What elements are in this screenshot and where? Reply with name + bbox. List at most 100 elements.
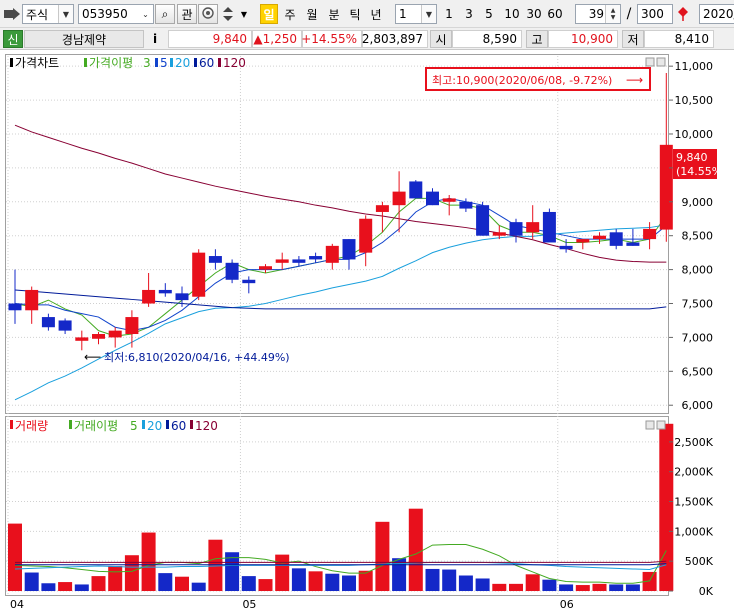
candle-body[interactable] bbox=[142, 289, 156, 304]
candle-body[interactable] bbox=[593, 235, 606, 240]
volume-bar[interactable] bbox=[375, 521, 390, 592]
volume-bar[interactable] bbox=[559, 584, 574, 592]
volume-bar[interactable] bbox=[191, 582, 206, 592]
volume-bar[interactable] bbox=[525, 574, 540, 592]
pane-minimize-icon[interactable] bbox=[645, 57, 655, 67]
candle-body[interactable] bbox=[208, 256, 222, 263]
volume-bar[interactable] bbox=[492, 583, 507, 592]
candle-body[interactable] bbox=[576, 239, 590, 243]
volume-bar[interactable] bbox=[141, 532, 156, 592]
volume-legend-title: 거래량 bbox=[15, 419, 48, 433]
candle-body[interactable] bbox=[542, 211, 556, 243]
volume-bar[interactable] bbox=[291, 568, 306, 592]
volume-bar[interactable] bbox=[592, 583, 607, 592]
candle-body[interactable] bbox=[643, 228, 657, 240]
volume-bar[interactable] bbox=[108, 565, 123, 592]
candle-body[interactable] bbox=[509, 222, 523, 236]
volume-bar[interactable] bbox=[308, 571, 323, 592]
volume-bar[interactable] bbox=[8, 523, 22, 592]
legend-marker bbox=[166, 420, 169, 429]
volume-bar[interactable] bbox=[124, 555, 139, 592]
pane-close-icon[interactable] bbox=[656, 420, 666, 430]
volume-legend: 거래량 거래이평 5 20 60 120 bbox=[10, 419, 218, 433]
price-ma-line-60 bbox=[14, 289, 667, 310]
volume-bar[interactable] bbox=[91, 576, 106, 592]
volume-bar[interactable] bbox=[241, 576, 256, 592]
candle-body[interactable] bbox=[476, 205, 490, 236]
candle-body[interactable] bbox=[409, 181, 423, 199]
candle-body[interactable] bbox=[75, 337, 89, 341]
candle-body[interactable] bbox=[659, 144, 673, 230]
candle-body[interactable] bbox=[426, 191, 439, 206]
pane-close-icon[interactable] bbox=[656, 57, 666, 67]
volume-ma-label: 거래이평 bbox=[74, 419, 118, 433]
volume-bar[interactable] bbox=[509, 583, 523, 592]
candle-body[interactable] bbox=[459, 201, 473, 209]
volume-ma-period-20: 20 bbox=[147, 419, 162, 433]
candle-body[interactable] bbox=[25, 289, 39, 311]
volume-bar[interactable] bbox=[158, 573, 173, 592]
volume-bar[interactable] bbox=[325, 573, 340, 592]
candle-body[interactable] bbox=[58, 320, 72, 331]
legend-marker bbox=[84, 58, 87, 67]
price-ma-label: 가격이평 bbox=[89, 56, 133, 70]
volume-bar[interactable] bbox=[475, 578, 490, 592]
volume-bar-layer bbox=[8, 423, 674, 592]
volume-bar[interactable] bbox=[425, 568, 440, 592]
volume-bar[interactable] bbox=[175, 576, 189, 592]
candle-body[interactable] bbox=[292, 259, 306, 263]
pane-minimize-icon[interactable] bbox=[645, 420, 655, 430]
candle-body[interactable] bbox=[175, 293, 189, 301]
volume-bar[interactable] bbox=[575, 585, 590, 592]
candle-body[interactable] bbox=[442, 198, 456, 202]
candle-body[interactable] bbox=[158, 289, 172, 294]
candle-body[interactable] bbox=[259, 266, 272, 270]
volume-bar[interactable] bbox=[24, 572, 39, 592]
volume-bar[interactable] bbox=[542, 579, 557, 592]
volume-tick-label: 1,000K bbox=[674, 525, 713, 538]
volume-bar[interactable] bbox=[458, 575, 473, 592]
volume-ma-line-120 bbox=[15, 560, 667, 563]
price-legend-title: 가격차트 bbox=[15, 56, 59, 70]
volume-bar[interactable] bbox=[258, 579, 273, 592]
volume-tick-label: 1,500K bbox=[674, 496, 713, 509]
candle-body[interactable] bbox=[309, 256, 323, 260]
candle-body[interactable] bbox=[242, 279, 256, 284]
price-ma-period-5: 5 bbox=[160, 56, 168, 70]
candle-body[interactable] bbox=[325, 245, 339, 263]
candle-body[interactable] bbox=[359, 218, 373, 253]
candle-body[interactable] bbox=[41, 317, 55, 328]
candle-body[interactable] bbox=[275, 259, 289, 263]
candle-body[interactable] bbox=[492, 232, 506, 236]
x-tick-label: 06 bbox=[560, 598, 574, 611]
volume-bar[interactable] bbox=[41, 583, 56, 592]
volume-bar[interactable] bbox=[58, 582, 73, 592]
candle-body[interactable] bbox=[375, 205, 389, 212]
volume-tick-label: 500K bbox=[685, 555, 714, 568]
candle-body[interactable] bbox=[225, 262, 239, 280]
stock-chart[interactable]: 6,0006,5007,0007,5008,0008,5009,0009,500… bbox=[0, 0, 734, 612]
price-tick-label: 8,500 bbox=[682, 230, 714, 243]
volume-bar[interactable] bbox=[275, 554, 290, 592]
volume-bar[interactable] bbox=[609, 584, 624, 592]
volume-bar[interactable] bbox=[358, 570, 373, 592]
candle-body[interactable] bbox=[626, 242, 640, 246]
volume-bar[interactable] bbox=[625, 584, 640, 592]
volume-bar[interactable] bbox=[408, 508, 423, 592]
volume-bar[interactable] bbox=[442, 569, 457, 592]
candle-body[interactable] bbox=[392, 191, 406, 206]
candle-body[interactable] bbox=[108, 330, 122, 338]
candle-body[interactable] bbox=[526, 222, 540, 233]
price-ma-period-3: 3 bbox=[143, 56, 151, 70]
candle-body[interactable] bbox=[192, 252, 206, 297]
volume-bar[interactable] bbox=[342, 575, 356, 592]
volume-bar[interactable] bbox=[74, 584, 89, 592]
candle-body[interactable] bbox=[8, 303, 22, 311]
candle-body[interactable] bbox=[609, 232, 623, 246]
candle-body[interactable] bbox=[125, 317, 139, 335]
price-tick-label: 6,000 bbox=[682, 399, 714, 412]
candle-body[interactable] bbox=[92, 334, 105, 339]
candle-body[interactable] bbox=[342, 239, 356, 260]
volume-ma-line-60 bbox=[15, 563, 667, 566]
candle-body[interactable] bbox=[559, 245, 573, 250]
